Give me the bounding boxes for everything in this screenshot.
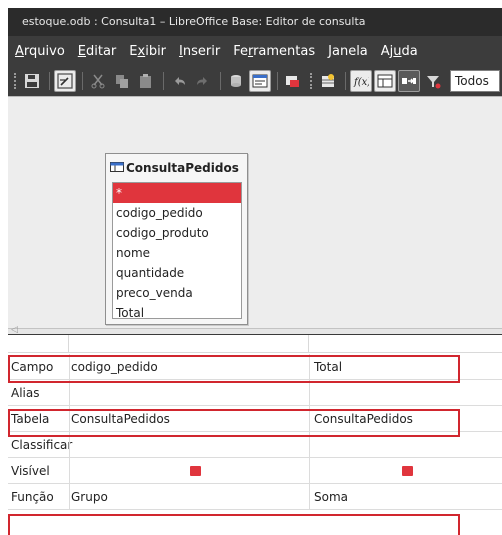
save-icon[interactable] — [21, 70, 43, 92]
funcao-cell-2[interactable]: Soma — [309, 484, 502, 510]
add-table-icon[interactable] — [282, 70, 304, 92]
classificar-cell-1[interactable] — [69, 432, 309, 458]
toolbar-separator — [82, 72, 83, 90]
edit-mode-icon[interactable] — [54, 70, 76, 92]
menubar: Arquivo Editar Exibir Inserir Ferramenta… — [8, 36, 502, 66]
field-item-nome[interactable]: nome — [113, 243, 241, 263]
table-name-icon[interactable] — [374, 70, 396, 92]
menu-editar[interactable]: Editar — [78, 44, 117, 59]
grid-corner-cell — [8, 335, 69, 353]
row-label-alias: Alias — [11, 386, 40, 400]
row-label-funcao: Função — [11, 490, 54, 504]
menu-arquivo[interactable]: Arquivo — [15, 44, 65, 59]
table-icon — [110, 161, 124, 175]
grid-column-header-row — [8, 335, 502, 353]
functions-icon[interactable]: f(x) — [350, 70, 372, 92]
add-tables-icon[interactable] — [317, 70, 339, 92]
redo-icon[interactable] — [192, 70, 214, 92]
row-label-tabela: Tabela — [11, 412, 50, 426]
grid-column-header-1[interactable] — [69, 335, 309, 353]
campo-cell-1[interactable]: codigo_pedido — [69, 354, 309, 380]
libreoffice-base-window: estoque.odb : Consulta1 – LibreOffice Ba… — [8, 8, 502, 535]
menu-ferramentas[interactable]: Ferramentas — [233, 44, 315, 59]
alias-cell-2[interactable] — [309, 380, 502, 406]
row-label-campo: Campo — [11, 360, 54, 374]
screenshot-frame: estoque.odb : Consulta1 – LibreOffice Ba… — [0, 0, 502, 535]
table-window[interactable]: ConsultaPedidos * codigo_pedido codigo_p… — [105, 153, 248, 325]
grid-row-tabela: Tabela ConsultaPedidos ConsultaPedidos — [8, 406, 502, 432]
grid-row-classificar: Classificar — [8, 432, 502, 458]
alias-icon[interactable] — [398, 70, 420, 92]
field-item-quantidade[interactable]: quantidade — [113, 263, 241, 283]
visible-checkbox-2[interactable] — [402, 466, 413, 476]
visivel-cell-2 — [309, 458, 502, 484]
table-name: ConsultaPedidos — [126, 161, 239, 175]
field-item-total[interactable]: Total — [113, 303, 241, 323]
menu-exibir[interactable]: Exibir — [129, 44, 166, 59]
field-item-all[interactable]: * — [113, 183, 241, 203]
undo-icon[interactable] — [168, 70, 190, 92]
annotation-highlight-funcao — [8, 514, 460, 535]
query-toolbar: f(x) Todos — [8, 66, 502, 96]
toolbar-separator — [163, 72, 164, 90]
visivel-cell-1 — [69, 458, 309, 484]
field-list: * codigo_pedido codigo_produto nome quan… — [112, 182, 242, 320]
distinct-values-icon[interactable] — [422, 70, 444, 92]
alias-cell-1[interactable] — [69, 380, 309, 406]
toolbar-separator — [277, 72, 278, 90]
grid-column-header-2[interactable] — [309, 335, 502, 353]
run-query-icon[interactable] — [225, 70, 247, 92]
table-design-area[interactable]: ConsultaPedidos * codigo_pedido codigo_p… — [8, 96, 502, 328]
menu-janela[interactable]: Janela — [328, 44, 368, 59]
toolbar-grip[interactable] — [14, 73, 17, 89]
menu-ajuda[interactable]: Ajuda — [381, 44, 418, 59]
cut-icon[interactable] — [87, 70, 109, 92]
grid-row-campo: Campo codigo_pedido Total — [8, 354, 502, 380]
toolbar-grip[interactable] — [310, 73, 313, 89]
limit-select[interactable]: Todos — [450, 70, 500, 92]
row-label-classificar: Classificar — [11, 438, 73, 452]
toolbar-separator — [345, 72, 346, 90]
tabela-cell-1[interactable]: ConsultaPedidos — [69, 406, 309, 432]
row-label-visivel: Visível — [11, 464, 50, 478]
copy-icon[interactable] — [111, 70, 133, 92]
paste-icon[interactable] — [135, 70, 157, 92]
grid-row-visivel: Visível — [8, 458, 502, 484]
campo-cell-2[interactable]: Total — [309, 354, 502, 380]
toolbar-separator — [220, 72, 221, 90]
query-design-grid: Campo codigo_pedido Total Alias Tabela C… — [8, 334, 502, 535]
field-item-codigo-produto[interactable]: codigo_produto — [113, 223, 241, 243]
table-window-header[interactable]: ConsultaPedidos — [106, 154, 247, 182]
toolbar-separator — [49, 72, 50, 90]
grid-row-funcao: Função Grupo Soma — [8, 484, 502, 510]
visible-checkbox-1[interactable] — [190, 466, 201, 476]
tabela-cell-2[interactable]: ConsultaPedidos — [309, 406, 502, 432]
window-titlebar: estoque.odb : Consulta1 – LibreOffice Ba… — [8, 8, 502, 36]
svg-text:f(x): f(x) — [353, 77, 369, 88]
window-title: estoque.odb : Consulta1 – LibreOffice Ba… — [22, 15, 366, 28]
menu-inserir[interactable]: Inserir — [179, 44, 220, 59]
field-item-preco-venda[interactable]: preco_venda — [113, 283, 241, 303]
funcao-cell-1[interactable]: Grupo — [69, 484, 309, 510]
grid-row-alias: Alias — [8, 380, 502, 406]
design-view-icon[interactable] — [249, 70, 271, 92]
classificar-cell-2[interactable] — [309, 432, 502, 458]
field-item-codigo-pedido[interactable]: codigo_pedido — [113, 203, 241, 223]
